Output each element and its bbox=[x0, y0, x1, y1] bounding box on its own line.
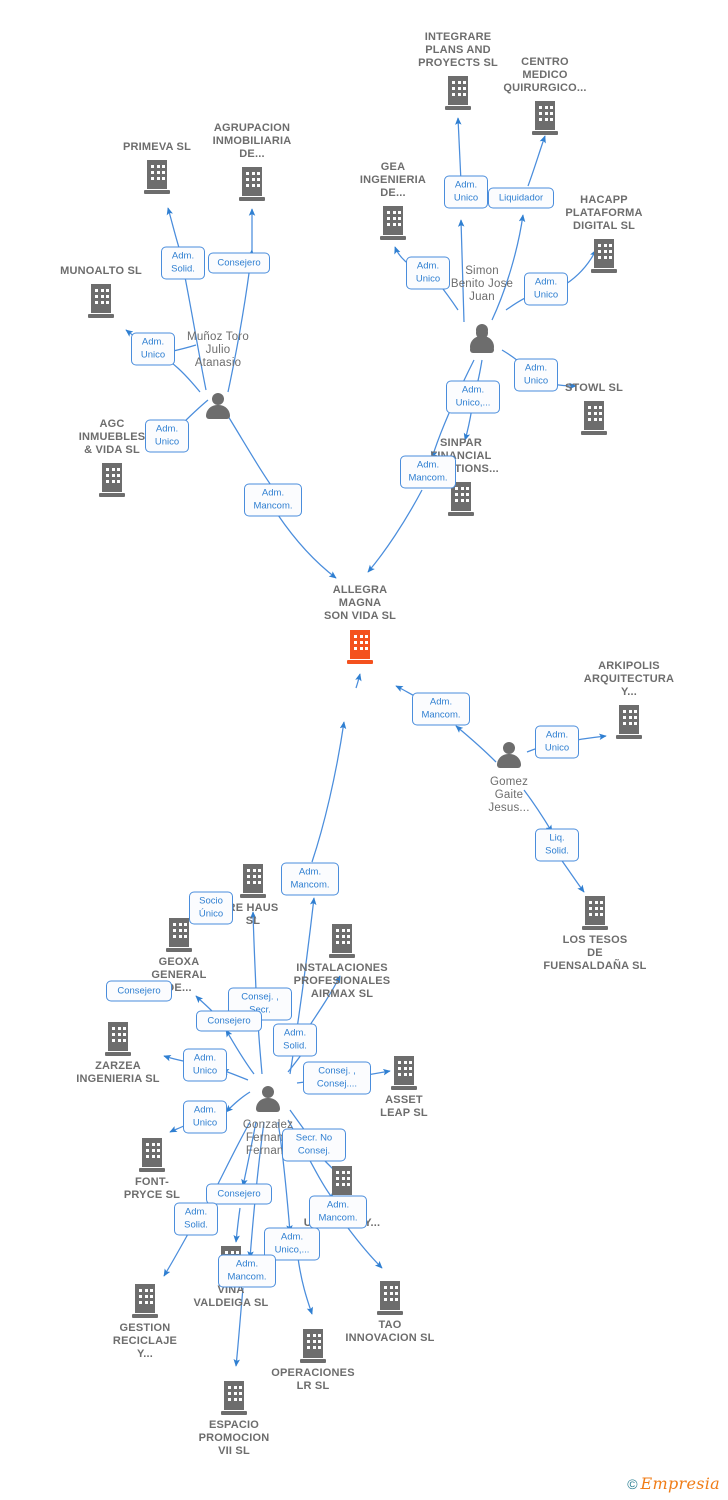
building-icon bbox=[329, 924, 355, 958]
building-icon bbox=[532, 101, 558, 135]
node-label-font-pryce: FONT- PRYCE SL bbox=[123, 1176, 181, 1201]
role-badge-adm-unico-multi[interactable]: Adm. Unico,... bbox=[446, 380, 500, 414]
node-label-tao-innovacion: TAO INNOVACION SL bbox=[345, 1319, 435, 1344]
role-badge-adm-unico[interactable]: Adm. Unico bbox=[524, 272, 568, 306]
role-badge-secr-no-consej[interactable]: Secr. No Consej. bbox=[282, 1128, 346, 1162]
building-icon bbox=[239, 167, 265, 201]
person-icon bbox=[469, 324, 495, 354]
node-label-los-tesos: LOS TESOS DE FUENSALDAÑA SL bbox=[543, 934, 647, 972]
building-icon bbox=[139, 1138, 165, 1172]
building-icon bbox=[300, 1329, 326, 1363]
node-label-munoz-toro: Muñoz Toro Julio Atanasio bbox=[187, 331, 249, 369]
node-label-hacapp: HACAPP PLATAFORMA DIGITAL SL bbox=[565, 194, 643, 232]
node-label-allegra: ALLEGRA MAGNA SON VIDA SL bbox=[323, 584, 397, 622]
role-badge-adm-unico[interactable]: Adm. Unico bbox=[535, 725, 579, 759]
role-badge-adm-mancom[interactable]: Adm. Mancom. bbox=[281, 862, 339, 896]
role-badge-consejero[interactable]: Consejero bbox=[208, 252, 270, 274]
building-icon bbox=[166, 918, 192, 952]
node-label-arkipolis: ARKIPOLIS ARQUITECTURA Y... bbox=[583, 660, 675, 698]
node-label-vina-valdeiga: VIÑA VALDEIGA SL bbox=[193, 1284, 269, 1309]
building-icon bbox=[99, 463, 125, 497]
node-label-centro-medico: CENTRO MEDICO QUIRURGICO... bbox=[503, 56, 587, 94]
building-icon bbox=[445, 76, 471, 110]
building-icon bbox=[581, 401, 607, 435]
building-icon bbox=[88, 284, 114, 318]
building-icon bbox=[380, 206, 406, 240]
building-icon bbox=[144, 160, 170, 194]
role-badge-liquidador[interactable]: Liquidador bbox=[488, 187, 554, 209]
role-badge-socio-unico[interactable]: Socio Único bbox=[189, 891, 233, 925]
person-icon bbox=[255, 1086, 281, 1116]
node-label-operaciones-lr: OPERACIONES LR SL bbox=[271, 1367, 355, 1392]
role-badge-adm-unico[interactable]: Adm. Unico bbox=[183, 1100, 227, 1134]
node-label-agrupacion: AGRUPACION INMOBILIARIA DE... bbox=[212, 122, 292, 160]
role-badge-adm-mancom[interactable]: Adm. Mancom. bbox=[412, 692, 470, 726]
role-badge-adm-unico[interactable]: Adm. Unico bbox=[444, 175, 488, 209]
node-label-instalaciones-airmax: INSTALACIONES PROFESIONALES AIRMAX SL bbox=[293, 962, 391, 1000]
empresia-watermark: © Empresia bbox=[627, 1476, 720, 1492]
person-icon bbox=[205, 393, 231, 423]
building-icon bbox=[221, 1381, 247, 1415]
building-icon bbox=[132, 1284, 158, 1318]
building-icon bbox=[391, 1056, 417, 1090]
building-icon bbox=[240, 864, 266, 898]
copyright-icon: © bbox=[627, 1476, 638, 1492]
role-badge-adm-mancom[interactable]: Adm. Mancom. bbox=[400, 455, 456, 489]
building-icon bbox=[582, 896, 608, 930]
node-label-gomez-gaite: Gomez Gaite Jesus... bbox=[488, 776, 530, 814]
role-badge-adm-unico[interactable]: Adm. Unico bbox=[131, 332, 175, 366]
role-badge-adm-solid[interactable]: Adm. Solid. bbox=[273, 1023, 317, 1057]
role-badge-adm-mancom[interactable]: Adm. Mancom. bbox=[309, 1195, 367, 1229]
node-label-asset-leap: ASSET LEAP SL bbox=[380, 1094, 428, 1119]
role-badge-consejero[interactable]: Consejero bbox=[206, 1183, 272, 1205]
role-badge-consejero[interactable]: Consejero bbox=[106, 980, 172, 1002]
building-icon bbox=[616, 705, 642, 739]
role-badge-adm-mancom[interactable]: Adm. Mancom. bbox=[218, 1254, 276, 1288]
building-icon bbox=[591, 239, 617, 273]
role-badge-consejero[interactable]: Consejero bbox=[196, 1010, 262, 1032]
person-icon bbox=[496, 742, 522, 772]
corporate-network-graph: PRIMEVA SL AGRUPACION INMOBILIARIA DE...… bbox=[0, 0, 728, 1500]
node-label-espacio-promocion: ESPACIO PROMOCION VII SL bbox=[198, 1419, 270, 1457]
node-label-gestion-reciclaje: GESTION RECICLAJE Y... bbox=[112, 1322, 178, 1360]
building-icon-highlighted bbox=[347, 630, 373, 664]
node-label-zarzea: ZARZEA INGENIERIA SL bbox=[76, 1060, 160, 1085]
node-label-munoalto: MUNOALTO SL bbox=[60, 265, 142, 277]
role-badge-adm-unico[interactable]: Adm. Unico bbox=[514, 358, 558, 392]
role-badge-adm-unico[interactable]: Adm. Unico bbox=[183, 1048, 227, 1082]
building-icon bbox=[377, 1281, 403, 1315]
role-badge-adm-solid[interactable]: Adm. Solid. bbox=[174, 1202, 218, 1236]
role-badge-consej-consej[interactable]: Consej. , Consej.... bbox=[303, 1061, 371, 1095]
role-badge-adm-unico[interactable]: Adm. Unico bbox=[145, 419, 189, 453]
role-badge-adm-solid[interactable]: Adm. Solid. bbox=[161, 246, 205, 280]
role-badge-adm-mancom[interactable]: Adm. Mancom. bbox=[244, 483, 302, 517]
role-badge-liq-solid[interactable]: Liq. Solid. bbox=[535, 828, 579, 862]
building-icon bbox=[105, 1022, 131, 1056]
role-badge-adm-unico[interactable]: Adm. Unico bbox=[406, 256, 450, 290]
brand-label: Empresia bbox=[640, 1474, 720, 1493]
node-label-gea: GEA INGENIERIA DE... bbox=[359, 161, 427, 199]
